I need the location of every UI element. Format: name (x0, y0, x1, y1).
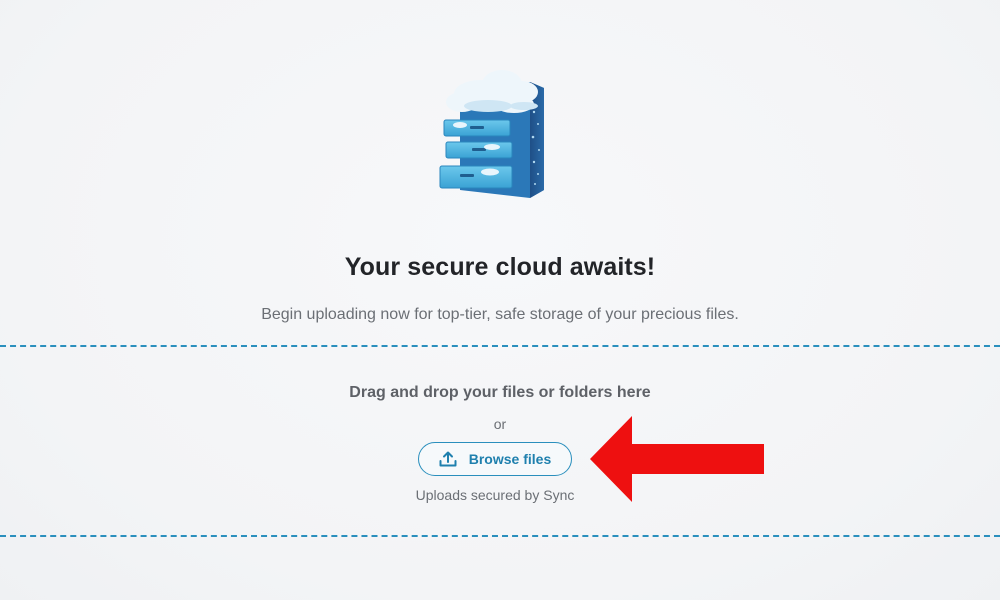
drop-instructions: Drag and drop your files or folders here (349, 384, 651, 401)
upload-page: Your secure cloud awaits! Begin uploadin… (0, 0, 1000, 600)
browse-files-label: Browse files (468, 451, 552, 467)
security-note: Uploads secured by Sync (415, 487, 575, 503)
cloud-file-cabinet-icon (439, 70, 544, 198)
page-title: Your secure cloud awaits! (344, 253, 656, 281)
upload-icon (439, 451, 457, 467)
file-dropzone[interactable]: Drag and drop your files or folders here… (0, 345, 1000, 537)
page-subtitle: Begin uploading now for top-tier, safe s… (261, 306, 739, 323)
red-arrow-left-icon (590, 416, 764, 502)
or-separator: or (493, 416, 507, 432)
browse-files-button[interactable]: Browse files (418, 442, 572, 476)
